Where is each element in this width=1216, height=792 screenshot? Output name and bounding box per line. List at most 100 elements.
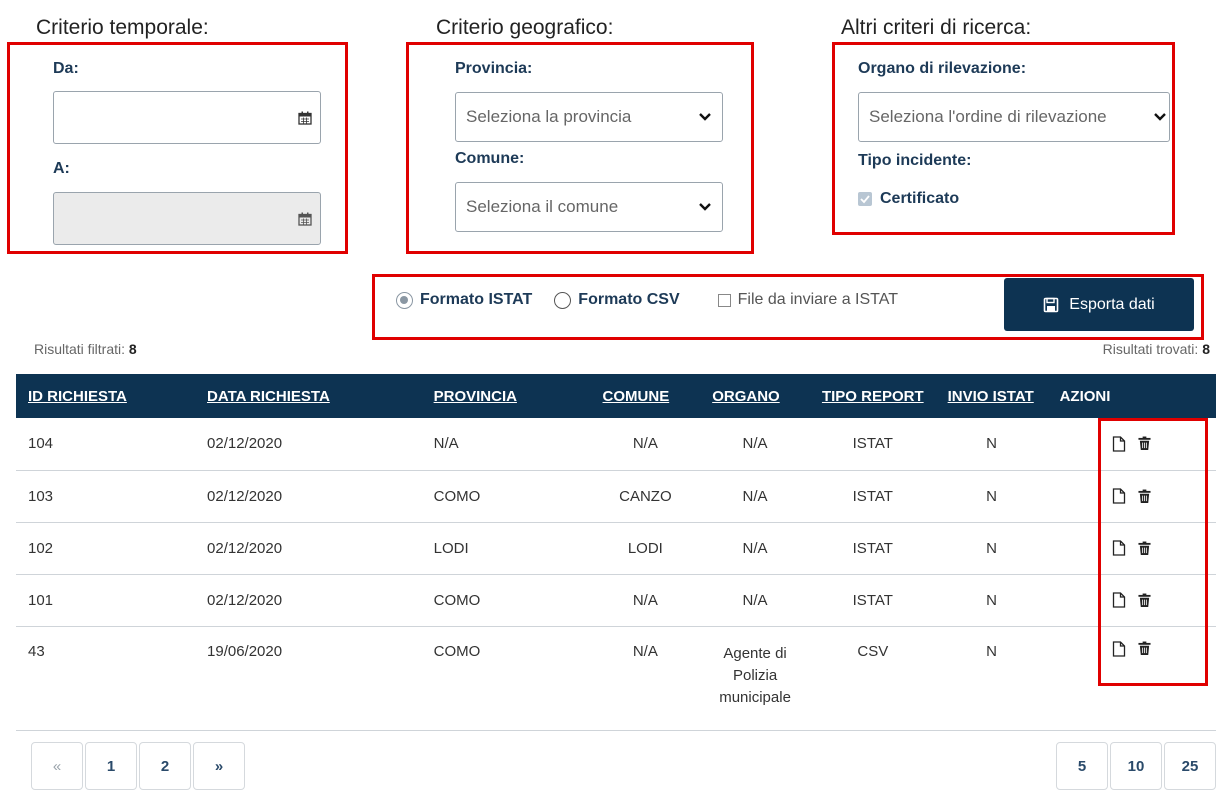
cell-istat-sent: N bbox=[935, 470, 1048, 523]
cell-organ: N/A bbox=[700, 470, 810, 523]
table-row: 101 02/12/2020 COMO N/A N/A ISTAT N bbox=[16, 574, 1216, 627]
filtered-results-label: Risultati filtrati: bbox=[34, 341, 126, 357]
geographic-criteria-title: Criterio geografico: bbox=[436, 16, 614, 39]
pagination-next-button[interactable]: » bbox=[193, 742, 245, 790]
province-placeholder: Seleziona la provincia bbox=[466, 107, 632, 126]
header-report-type[interactable]: TIPO REPORT bbox=[810, 374, 936, 418]
incident-type-label: Tipo incidente: bbox=[858, 152, 972, 169]
header-municipality[interactable]: COMUNE bbox=[591, 374, 701, 418]
cell-id: 43 bbox=[16, 626, 196, 731]
cell-municipality: N/A bbox=[590, 574, 701, 627]
cell-date: 02/12/2020 bbox=[195, 522, 422, 575]
certified-checkbox[interactable]: Certificato bbox=[858, 190, 959, 208]
page-size-button[interactable]: 10 bbox=[1110, 742, 1162, 790]
cell-organ: N/A bbox=[700, 574, 810, 627]
page-size-button[interactable]: 5 bbox=[1056, 742, 1108, 790]
to-date-label: A: bbox=[53, 160, 70, 177]
page-size-button[interactable]: 25 bbox=[1164, 742, 1216, 790]
pagination-prev-button[interactable]: « bbox=[31, 742, 83, 790]
radio-empty-icon[interactable] bbox=[554, 291, 572, 309]
calendar-icon[interactable] bbox=[298, 212, 312, 226]
certified-label: Certificato bbox=[880, 190, 960, 207]
format-istat-radio[interactable]: Formato ISTAT bbox=[396, 291, 532, 309]
export-data-label: Esporta dati bbox=[1069, 295, 1155, 313]
format-csv-label: Formato CSV bbox=[578, 291, 680, 308]
format-istat-label: Formato ISTAT bbox=[420, 291, 533, 308]
cell-istat-sent: N bbox=[935, 418, 1048, 471]
temporal-criteria-title: Criterio temporale: bbox=[36, 16, 209, 39]
export-options: Formato ISTAT Formato CSV File da inviar… bbox=[396, 291, 898, 309]
checkbox-empty-icon[interactable] bbox=[717, 293, 731, 307]
cell-istat-sent: N bbox=[935, 574, 1048, 627]
cell-report-type: CSV bbox=[809, 626, 936, 731]
cell-organ: Agente di Polizia municipale bbox=[700, 626, 810, 731]
cell-date: 19/06/2020 bbox=[195, 626, 422, 731]
from-date-input[interactable] bbox=[53, 91, 321, 144]
header-istat-sent[interactable]: INVIO ISTAT bbox=[936, 374, 1048, 418]
table-header-row: ID RICHIESTA DATA RICHIESTA PROVINCIA CO… bbox=[16, 374, 1216, 418]
cell-municipality: CANZO bbox=[590, 470, 701, 523]
filtered-results-count: 8 bbox=[128, 341, 137, 357]
cell-date: 02/12/2020 bbox=[195, 470, 422, 523]
cell-province: COMO bbox=[421, 470, 591, 523]
found-results-count: 8 bbox=[1202, 341, 1210, 357]
cell-istat-sent: N bbox=[935, 626, 1048, 731]
cell-istat-sent: N bbox=[935, 522, 1048, 575]
radio-selected-icon[interactable] bbox=[396, 291, 413, 309]
cell-id: 101 bbox=[16, 574, 196, 627]
export-data-button[interactable]: Esporta dati bbox=[1004, 278, 1194, 331]
results-table: ID RICHIESTA DATA RICHIESTA PROVINCIA CO… bbox=[16, 374, 1216, 731]
cell-id: 102 bbox=[16, 522, 196, 575]
to-date-input[interactable] bbox=[53, 192, 321, 245]
table-row: 103 02/12/2020 COMO CANZO N/A ISTAT N bbox=[16, 470, 1216, 523]
cell-municipality: N/A bbox=[590, 626, 701, 731]
cell-date: 02/12/2020 bbox=[195, 418, 422, 471]
province-label: Provincia: bbox=[455, 60, 533, 77]
found-results-label: Risultati trovati: bbox=[1102, 341, 1199, 357]
save-icon bbox=[1043, 297, 1059, 312]
other-criteria-title: Altri criteri di ricerca: bbox=[841, 16, 1032, 39]
cell-report-type: ISTAT bbox=[809, 522, 936, 575]
actions-column-highlight bbox=[1098, 418, 1208, 686]
municipality-select[interactable]: Seleziona il comune bbox=[455, 182, 723, 232]
send-istat-label: File da inviare a ISTAT bbox=[737, 291, 898, 308]
cell-date: 02/12/2020 bbox=[195, 574, 422, 627]
table-row: 104 02/12/2020 N/A N/A N/A ISTAT N bbox=[16, 418, 1216, 471]
table-row: 102 02/12/2020 LODI LODI N/A ISTAT N bbox=[16, 522, 1216, 575]
from-date-label: Da: bbox=[53, 60, 79, 77]
chevron-down-icon bbox=[1154, 113, 1166, 121]
pagination-page-button[interactable]: 1 bbox=[85, 742, 137, 790]
cell-province: COMO bbox=[421, 574, 591, 627]
send-istat-checkbox[interactable]: File da inviare a ISTAT bbox=[717, 291, 898, 309]
pagination: « 1 2 » bbox=[31, 742, 247, 790]
checkbox-checked-icon[interactable] bbox=[858, 192, 872, 206]
cell-municipality: N/A bbox=[590, 418, 701, 471]
cell-report-type: ISTAT bbox=[809, 470, 936, 523]
province-select[interactable]: Seleziona la provincia bbox=[455, 92, 723, 142]
cell-province: COMO bbox=[421, 626, 591, 731]
chevron-down-icon bbox=[699, 203, 711, 211]
header-request-date[interactable]: DATA RICHIESTA bbox=[195, 374, 422, 418]
header-province[interactable]: PROVINCIA bbox=[422, 374, 591, 418]
found-results-counter: Risultati trovati: 8 bbox=[1103, 341, 1210, 357]
header-organ[interactable]: ORGANO bbox=[700, 374, 810, 418]
municipality-placeholder: Seleziona il comune bbox=[466, 197, 619, 216]
organ-label: Organo di rilevazione: bbox=[858, 60, 1027, 77]
cell-report-type: ISTAT bbox=[809, 418, 936, 471]
cell-id: 104 bbox=[16, 418, 196, 471]
cell-province: LODI bbox=[421, 522, 591, 575]
header-actions: AZIONI bbox=[1059, 387, 1111, 405]
filtered-results-counter: Risultati filtrati: 8 bbox=[34, 341, 137, 357]
cell-organ: N/A bbox=[700, 418, 810, 471]
header-id-request[interactable]: ID RICHIESTA bbox=[16, 374, 195, 418]
organ-select[interactable]: Seleziona l'ordine di rilevazione bbox=[858, 92, 1170, 142]
calendar-icon[interactable] bbox=[298, 111, 312, 125]
cell-id: 103 bbox=[16, 470, 196, 523]
table-row: 43 19/06/2020 COMO N/A Agente di Polizia… bbox=[16, 626, 1216, 731]
cell-report-type: ISTAT bbox=[809, 574, 936, 627]
format-csv-radio[interactable]: Formato CSV bbox=[554, 291, 680, 309]
cell-province: N/A bbox=[421, 418, 591, 471]
municipality-label: Comune: bbox=[455, 150, 525, 167]
cell-organ: N/A bbox=[700, 522, 810, 575]
pagination-page-button[interactable]: 2 bbox=[139, 742, 191, 790]
